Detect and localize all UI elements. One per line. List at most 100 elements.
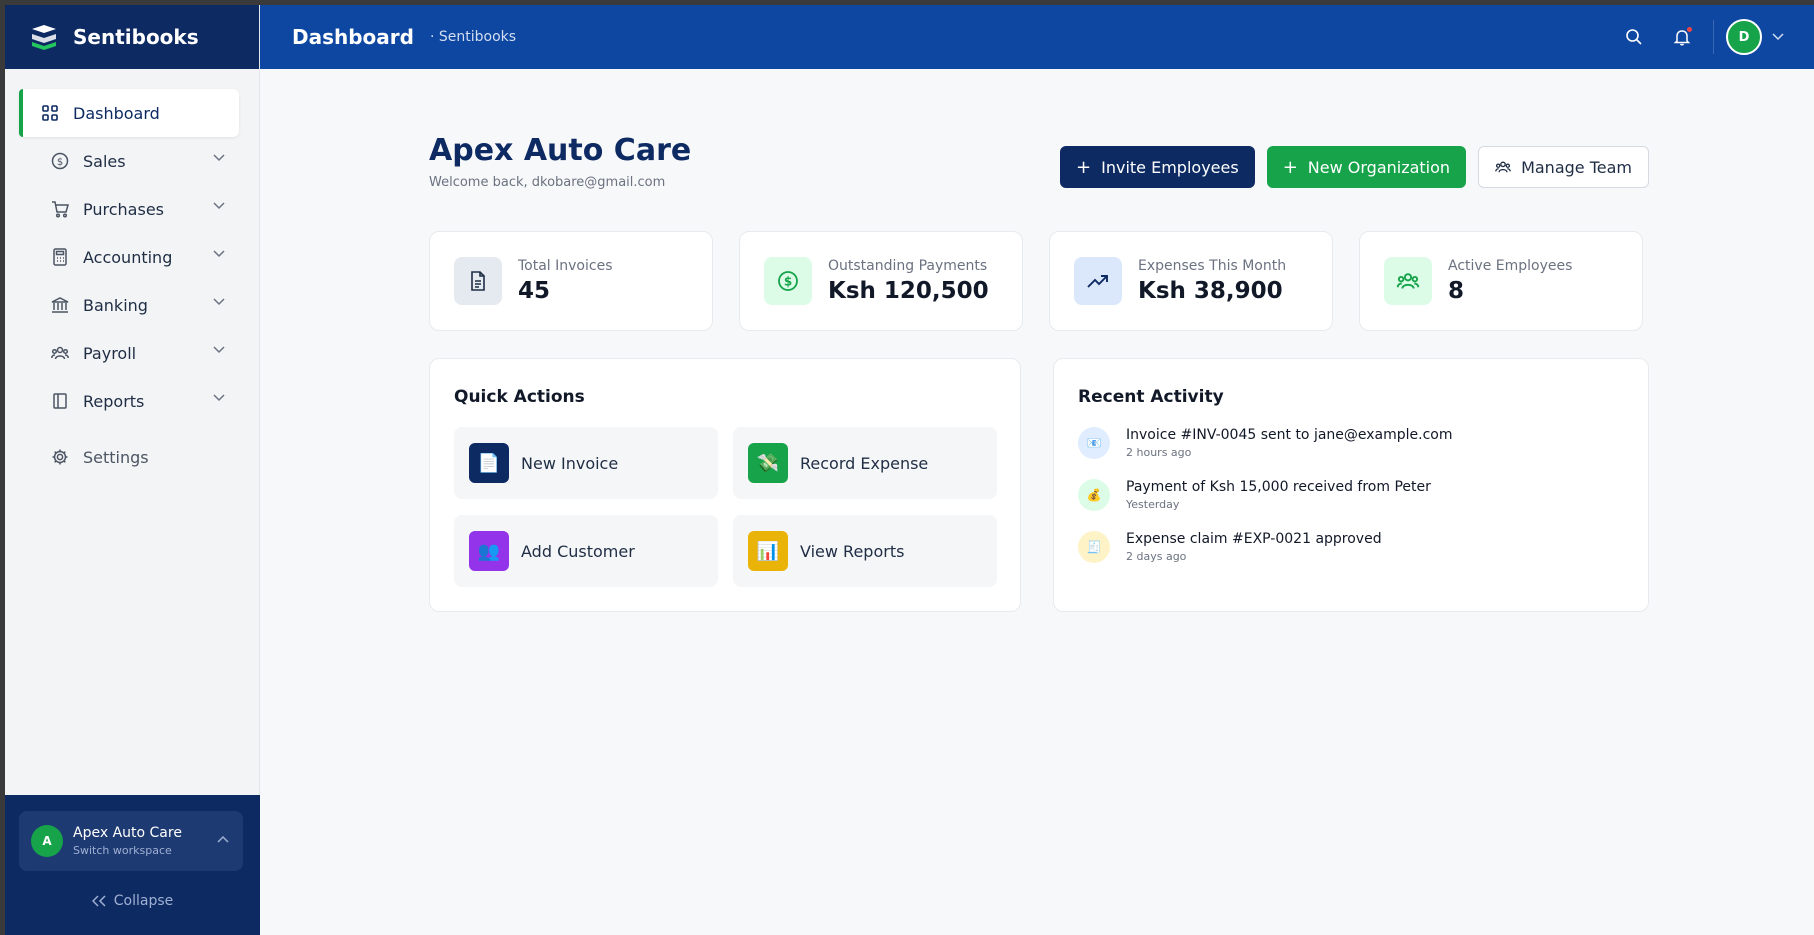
new-invoice-action[interactable]: 📄 New Invoice	[454, 427, 718, 499]
sidebar-item-label: Settings	[83, 447, 149, 467]
brand[interactable]: Sentibooks	[5, 5, 259, 69]
manage-team-button[interactable]: Manage Team	[1478, 146, 1649, 188]
money-bag-icon: 💰	[1078, 479, 1110, 511]
sidebar-item-purchases[interactable]: Purchases	[19, 185, 239, 233]
logo-icon	[32, 25, 56, 50]
users-icon	[1495, 161, 1511, 173]
svg-text:$: $	[57, 157, 63, 168]
add-customer-action[interactable]: 👥 Add Customer	[454, 515, 718, 587]
stat-label: Expenses This Month	[1138, 258, 1287, 274]
header-actions: + Invite Employees + New Organization Ma…	[1060, 146, 1649, 188]
users-icon	[51, 344, 69, 362]
activity-item: 💰 Payment of Ksh 15,000 received from Pe…	[1078, 479, 1431, 511]
chevron-down-icon	[1772, 33, 1784, 41]
user-menu[interactable]: D	[1726, 19, 1784, 55]
action-label: Record Expense	[800, 453, 929, 473]
document-icon	[454, 257, 502, 305]
chevron-down-icon	[213, 154, 225, 162]
activity-text: Expense claim #EXP-0021 approved	[1126, 531, 1382, 547]
chevron-down-icon	[213, 394, 225, 402]
notification-badge	[1687, 27, 1692, 32]
avatar: D	[1726, 19, 1762, 55]
recent-activity-title: Recent Activity	[1078, 387, 1224, 407]
record-expense-action[interactable]: 💸 Record Expense	[733, 427, 997, 499]
notifications-button[interactable]	[1669, 24, 1695, 50]
email-icon: 📧	[1078, 427, 1110, 459]
users-icon	[1384, 257, 1432, 305]
workspace-sub: Switch workspace	[73, 844, 172, 857]
grid-icon	[41, 104, 59, 122]
breadcrumb: · Sentibooks	[429, 29, 517, 45]
sidebar-item-banking[interactable]: Banking	[19, 281, 239, 329]
activity-item: 📧 Invoice #INV-0045 sent to jane@example…	[1078, 427, 1453, 459]
sidebar-item-payroll[interactable]: Payroll	[19, 329, 239, 377]
stat-card: Expenses This Month Ksh 38,900	[1049, 231, 1333, 331]
stat-label: Outstanding Payments	[828, 258, 988, 274]
money-icon: 💸	[748, 443, 788, 483]
action-label: Add Customer	[521, 541, 635, 561]
chevron-down-icon	[213, 250, 225, 258]
gear-icon	[51, 448, 69, 466]
view-reports-action[interactable]: 📊 View Reports	[733, 515, 997, 587]
chevron-down-icon	[213, 298, 225, 306]
sidebar-item-reports[interactable]: Reports	[19, 377, 239, 425]
button-label: Invite Employees	[1101, 157, 1239, 177]
chart-icon: 📊	[748, 531, 788, 571]
sidebar-item-sales[interactable]: $ Sales	[19, 137, 239, 185]
button-label: New Organization	[1307, 157, 1451, 177]
brand-name: Sentibooks	[73, 25, 199, 49]
stat-value: 45	[518, 278, 551, 304]
topbar: Dashboard · Sentibooks D	[260, 5, 1814, 69]
plus-icon: +	[1282, 156, 1298, 178]
sidebar-item-label: Payroll	[83, 343, 137, 363]
main-content: Apex Auto Care Welcome back, dkobare@gma…	[429, 69, 1649, 612]
chevron-down-icon	[213, 202, 225, 210]
divider	[1713, 20, 1714, 54]
workspace-switcher[interactable]: A Apex Auto Care Switch workspace	[19, 811, 243, 871]
activity-time: Yesterday	[1126, 498, 1180, 511]
activity-item: 🧾 Expense claim #EXP-0021 approved 2 day…	[1078, 531, 1382, 563]
action-label: View Reports	[800, 541, 905, 561]
collapse-button[interactable]: Collapse	[5, 893, 260, 909]
welcome-text: Welcome back, dkobare@gmail.com	[429, 175, 666, 190]
new-organization-button[interactable]: + New Organization	[1266, 146, 1467, 188]
search-button[interactable]	[1621, 24, 1647, 50]
collapse-label: Collapse	[113, 893, 174, 909]
book-icon	[51, 392, 69, 410]
page-header: Apex Auto Care Welcome back, dkobare@gma…	[429, 69, 1649, 199]
bank-icon	[51, 296, 69, 314]
activity-time: 2 hours ago	[1126, 446, 1192, 459]
sidebar-item-label: Reports	[83, 391, 145, 411]
action-label: New Invoice	[521, 453, 619, 473]
chevron-up-icon	[217, 835, 229, 843]
invoice-icon: 📄	[469, 443, 509, 483]
activity-text: Payment of Ksh 15,000 received from Pete…	[1126, 479, 1431, 495]
sidebar-item-accounting[interactable]: Accounting	[19, 233, 239, 281]
invite-employees-button[interactable]: + Invite Employees	[1060, 146, 1255, 188]
dollar-icon: $	[51, 152, 69, 170]
sidebar-footer: A Apex Auto Care Switch workspace Collap…	[5, 795, 260, 935]
stat-value: Ksh 120,500	[828, 278, 989, 304]
page-title: Dashboard	[292, 25, 414, 49]
receipt-icon: 🧾	[1078, 531, 1110, 563]
dollar-circle-icon: $	[764, 257, 812, 305]
sidebar-nav: Dashboard $ Sales Purchases Accounting B…	[5, 69, 259, 481]
sidebar: Sentibooks Dashboard $ Sales Purchases A…	[5, 5, 260, 935]
stat-label: Active Employees	[1448, 258, 1573, 274]
sidebar-item-label: Sales	[83, 151, 126, 171]
search-icon	[1626, 29, 1642, 45]
workspace-name: Apex Auto Care	[73, 825, 182, 841]
sidebar-item-label: Purchases	[83, 199, 164, 219]
stat-value: 8	[1448, 278, 1465, 304]
calculator-icon	[51, 248, 69, 266]
sidebar-item-dashboard[interactable]: Dashboard	[19, 89, 239, 137]
sidebar-item-label: Banking	[83, 295, 148, 315]
cart-icon	[51, 200, 69, 218]
activity-text: Invoice #INV-0045 sent to jane@example.c…	[1126, 427, 1453, 443]
customers-icon: 👥	[469, 531, 509, 571]
stat-label: Total Invoices	[518, 258, 613, 274]
sidebar-item-settings[interactable]: Settings	[19, 433, 239, 481]
workspace-avatar: A	[31, 825, 63, 857]
plus-icon: +	[1076, 156, 1092, 178]
sidebar-item-label: Accounting	[83, 247, 173, 267]
